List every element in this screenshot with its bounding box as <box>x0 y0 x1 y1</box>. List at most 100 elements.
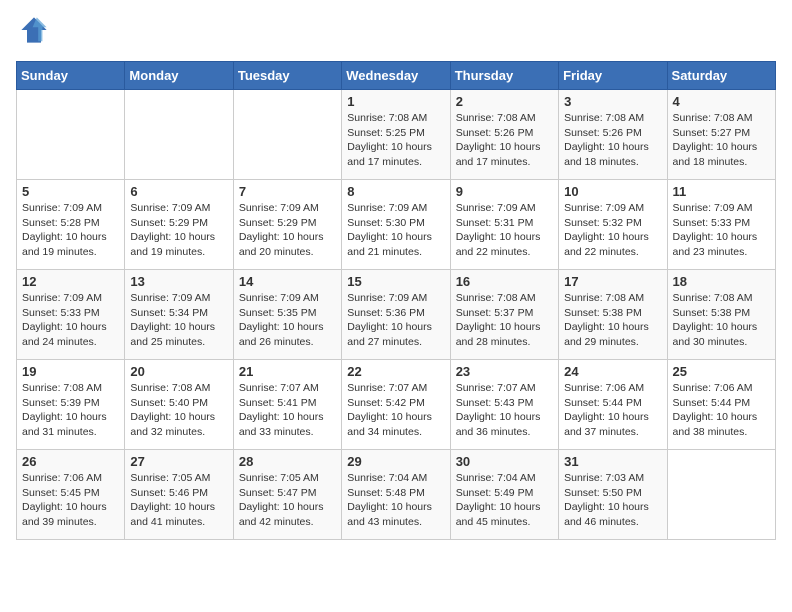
cell-w4-d0: 19 Sunrise: 7:08 AM Sunset: 5:39 PM Dayli… <box>17 360 125 450</box>
cell-w2-d0: 5 Sunrise: 7:09 AM Sunset: 5:28 PM Daylig… <box>17 180 125 270</box>
cell-w1-d1 <box>125 90 233 180</box>
day-number: 13 <box>130 274 227 289</box>
cell-w5-d6 <box>667 450 775 540</box>
day-info: Sunrise: 7:09 AM Sunset: 5:35 PM Dayligh… <box>239 291 336 350</box>
cell-w3-d6: 18 Sunrise: 7:08 AM Sunset: 5:38 PM Dayli… <box>667 270 775 360</box>
cell-w4-d2: 21Sunrise: 7:07 AM Sunset: 5:41 PM Dayli… <box>233 360 341 450</box>
week-row-1: 1 Sunrise: 7:08 AM Sunset: 5:25 PM Daylig… <box>17 90 776 180</box>
cell-w4-d6: 25Sunrise: 7:06 AM Sunset: 5:44 PM Dayli… <box>667 360 775 450</box>
day-number: 14 <box>239 274 336 289</box>
day-number: 19 <box>22 364 119 379</box>
week-row-5: 26Sunrise: 7:06 AM Sunset: 5:45 PM Dayli… <box>17 450 776 540</box>
day-number: 31 <box>564 454 661 469</box>
day-info: Sunrise: 7:07 AM Sunset: 5:41 PM Dayligh… <box>239 381 336 440</box>
day-info: Sunrise: 7:09 AM Sunset: 5:36 PM Dayligh… <box>347 291 444 350</box>
day-number: 5 <box>22 184 119 199</box>
day-info: Sunrise: 7:07 AM Sunset: 5:43 PM Dayligh… <box>456 381 553 440</box>
day-number: 17 <box>564 274 661 289</box>
cell-w2-d6: 11Sunrise: 7:09 AM Sunset: 5:33 PM Dayli… <box>667 180 775 270</box>
day-info: Sunrise: 7:09 AM Sunset: 5:34 PM Dayligh… <box>130 291 227 350</box>
day-info: Sunrise: 7:05 AM Sunset: 5:46 PM Dayligh… <box>130 471 227 530</box>
week-row-2: 5 Sunrise: 7:09 AM Sunset: 5:28 PM Daylig… <box>17 180 776 270</box>
header-wednesday: Wednesday <box>342 62 450 90</box>
cell-w4-d5: 24 Sunrise: 7:06 AM Sunset: 5:44 PM Dayli… <box>559 360 667 450</box>
header-monday: Monday <box>125 62 233 90</box>
day-number: 28 <box>239 454 336 469</box>
day-number: 18 <box>673 274 770 289</box>
day-info: Sunrise: 7:09 AM Sunset: 5:33 PM Dayligh… <box>673 201 770 260</box>
day-number: 16 <box>456 274 553 289</box>
day-info: Sunrise: 7:08 AM Sunset: 5:37 PM Dayligh… <box>456 291 553 350</box>
cell-w1-d3: 1 Sunrise: 7:08 AM Sunset: 5:25 PM Daylig… <box>342 90 450 180</box>
page-header <box>16 16 776 49</box>
cell-w3-d1: 13 Sunrise: 7:09 AM Sunset: 5:34 PM Dayli… <box>125 270 233 360</box>
cell-w2-d5: 10 Sunrise: 7:09 AM Sunset: 5:32 PM Dayli… <box>559 180 667 270</box>
day-number: 24 <box>564 364 661 379</box>
day-info: Sunrise: 7:04 AM Sunset: 5:48 PM Dayligh… <box>347 471 444 530</box>
day-info: Sunrise: 7:09 AM Sunset: 5:31 PM Dayligh… <box>456 201 553 260</box>
cell-w4-d1: 20 Sunrise: 7:08 AM Sunset: 5:40 PM Dayli… <box>125 360 233 450</box>
logo-icon <box>20 16 48 44</box>
day-info: Sunrise: 7:08 AM Sunset: 5:25 PM Dayligh… <box>347 111 444 170</box>
day-info: Sunrise: 7:09 AM Sunset: 5:32 PM Dayligh… <box>564 201 661 260</box>
day-number: 26 <box>22 454 119 469</box>
day-info: Sunrise: 7:08 AM Sunset: 5:40 PM Dayligh… <box>130 381 227 440</box>
header-saturday: Saturday <box>667 62 775 90</box>
cell-w1-d0 <box>17 90 125 180</box>
day-info: Sunrise: 7:08 AM Sunset: 5:38 PM Dayligh… <box>673 291 770 350</box>
cell-w5-d5: 31Sunrise: 7:03 AM Sunset: 5:50 PM Dayli… <box>559 450 667 540</box>
cell-w5-d1: 27 Sunrise: 7:05 AM Sunset: 5:46 PM Dayli… <box>125 450 233 540</box>
header-sunday: Sunday <box>17 62 125 90</box>
calendar-table: SundayMondayTuesdayWednesdayThursdayFrid… <box>16 61 776 540</box>
cell-w1-d4: 2 Sunrise: 7:08 AM Sunset: 5:26 PM Daylig… <box>450 90 558 180</box>
day-number: 15 <box>347 274 444 289</box>
day-info: Sunrise: 7:08 AM Sunset: 5:26 PM Dayligh… <box>456 111 553 170</box>
day-number: 4 <box>673 94 770 109</box>
cell-w2-d1: 6 Sunrise: 7:09 AM Sunset: 5:29 PM Daylig… <box>125 180 233 270</box>
day-info: Sunrise: 7:06 AM Sunset: 5:44 PM Dayligh… <box>673 381 770 440</box>
cell-w2-d4: 9 Sunrise: 7:09 AM Sunset: 5:31 PM Daylig… <box>450 180 558 270</box>
cell-w3-d5: 17 Sunrise: 7:08 AM Sunset: 5:38 PM Dayli… <box>559 270 667 360</box>
cell-w3-d4: 16 Sunrise: 7:08 AM Sunset: 5:37 PM Dayli… <box>450 270 558 360</box>
cell-w5-d2: 28 Sunrise: 7:05 AM Sunset: 5:47 PM Dayli… <box>233 450 341 540</box>
day-info: Sunrise: 7:08 AM Sunset: 5:26 PM Dayligh… <box>564 111 661 170</box>
day-number: 3 <box>564 94 661 109</box>
day-info: Sunrise: 7:09 AM Sunset: 5:33 PM Dayligh… <box>22 291 119 350</box>
day-number: 20 <box>130 364 227 379</box>
cell-w4-d4: 23 Sunrise: 7:07 AM Sunset: 5:43 PM Dayli… <box>450 360 558 450</box>
day-info: Sunrise: 7:08 AM Sunset: 5:38 PM Dayligh… <box>564 291 661 350</box>
cell-w4-d3: 22Sunrise: 7:07 AM Sunset: 5:42 PM Dayli… <box>342 360 450 450</box>
day-info: Sunrise: 7:06 AM Sunset: 5:44 PM Dayligh… <box>564 381 661 440</box>
day-info: Sunrise: 7:05 AM Sunset: 5:47 PM Dayligh… <box>239 471 336 530</box>
day-info: Sunrise: 7:04 AM Sunset: 5:49 PM Dayligh… <box>456 471 553 530</box>
day-info: Sunrise: 7:08 AM Sunset: 5:39 PM Dayligh… <box>22 381 119 440</box>
day-number: 10 <box>564 184 661 199</box>
day-info: Sunrise: 7:07 AM Sunset: 5:42 PM Dayligh… <box>347 381 444 440</box>
day-number: 23 <box>456 364 553 379</box>
day-info: Sunrise: 7:09 AM Sunset: 5:29 PM Dayligh… <box>130 201 227 260</box>
day-number: 12 <box>22 274 119 289</box>
header-friday: Friday <box>559 62 667 90</box>
day-number: 2 <box>456 94 553 109</box>
header-tuesday: Tuesday <box>233 62 341 90</box>
logo <box>16 16 52 49</box>
cell-w3-d0: 12 Sunrise: 7:09 AM Sunset: 5:33 PM Dayli… <box>17 270 125 360</box>
week-row-3: 12 Sunrise: 7:09 AM Sunset: 5:33 PM Dayli… <box>17 270 776 360</box>
cell-w3-d2: 14 Sunrise: 7:09 AM Sunset: 5:35 PM Dayli… <box>233 270 341 360</box>
day-number: 30 <box>456 454 553 469</box>
day-number: 1 <box>347 94 444 109</box>
week-row-4: 19 Sunrise: 7:08 AM Sunset: 5:39 PM Dayli… <box>17 360 776 450</box>
day-number: 9 <box>456 184 553 199</box>
day-number: 27 <box>130 454 227 469</box>
day-info: Sunrise: 7:09 AM Sunset: 5:28 PM Dayligh… <box>22 201 119 260</box>
cell-w1-d2 <box>233 90 341 180</box>
day-info: Sunrise: 7:09 AM Sunset: 5:29 PM Dayligh… <box>239 201 336 260</box>
day-number: 8 <box>347 184 444 199</box>
cell-w5-d0: 26Sunrise: 7:06 AM Sunset: 5:45 PM Dayli… <box>17 450 125 540</box>
cell-w5-d4: 30 Sunrise: 7:04 AM Sunset: 5:49 PM Dayli… <box>450 450 558 540</box>
header-thursday: Thursday <box>450 62 558 90</box>
day-number: 6 <box>130 184 227 199</box>
day-info: Sunrise: 7:08 AM Sunset: 5:27 PM Dayligh… <box>673 111 770 170</box>
day-number: 29 <box>347 454 444 469</box>
day-info: Sunrise: 7:09 AM Sunset: 5:30 PM Dayligh… <box>347 201 444 260</box>
